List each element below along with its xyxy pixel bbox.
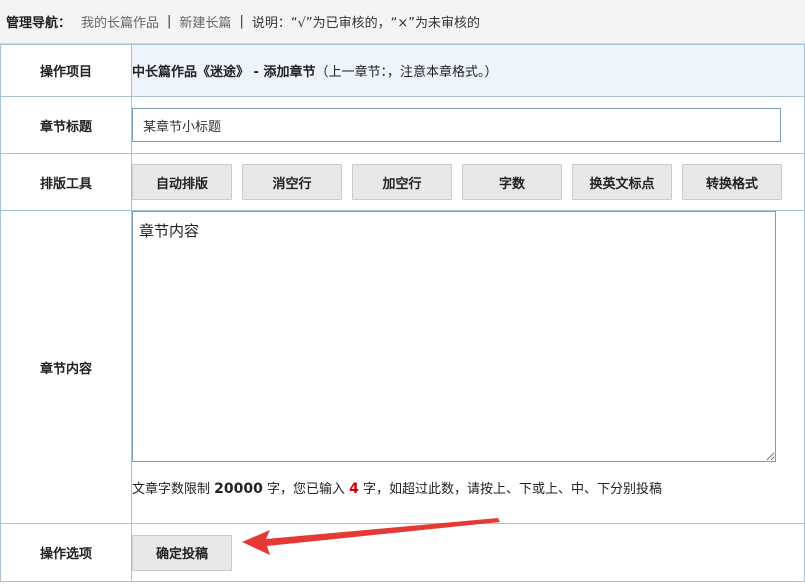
nav-separator: | [239,14,244,29]
typed-count: 4 [349,481,359,497]
add-blank-lines-button[interactable]: 加空行 [352,164,452,200]
nav-separator: | [167,14,172,29]
nav-link-my-novels[interactable]: 我的长篇作品 [81,12,159,31]
count-mid: 字，您已输入 [262,482,350,497]
nav-note: 说明：“√”为已审核的，“×”为未审核的 [251,16,480,31]
project-title: 中长篇作品《迷途》 - 添加章节 [132,65,316,80]
arrow-shape [242,518,500,555]
chapter-title-input[interactable] [132,108,781,142]
annotation-arrow-icon [242,518,500,555]
project-label: 操作项目 [0,44,132,97]
auto-format-button[interactable]: 自动排版 [132,164,232,200]
options-label: 操作选项 [0,523,132,582]
english-punctuation-button[interactable]: 换英文标点 [572,164,672,200]
format-tools-label: 排版工具 [0,153,132,211]
count-prefix: 文章字数限制 [132,482,215,497]
format-toolbar: 自动排版 消空行 加空行 字数 换英文标点 转换格式 [132,164,804,200]
count-suffix: 字，如超过此数，请按上、下或上、中、下分别投稿 [358,482,663,497]
chapter-content-label: 章节内容 [0,210,132,524]
convert-format-button[interactable]: 转换格式 [682,164,782,200]
project-value: 中长篇作品《迷途》 - 添加章节（上一章节：，注意本章格式。） [131,44,805,97]
remove-blank-lines-button[interactable]: 消空行 [242,164,342,200]
word-count-info: 文章字数限制 20000 字，您已输入 4 字，如超过此数，请按上、下或上、中、… [132,478,804,497]
nav-link-new-novel[interactable]: 新建长篇 [179,12,231,31]
chapter-title-label: 章节标题 [0,96,132,154]
chapter-form: 操作项目 中长篇作品《迷途》 - 添加章节（上一章节：，注意本章格式。） 章节标… [0,44,805,582]
nav-label: 管理导航： [6,16,72,31]
submit-button[interactable]: 确定投稿 [132,534,232,571]
word-count-button[interactable]: 字数 [462,164,562,200]
chapter-content-textarea[interactable]: 章节内容 [132,211,776,462]
project-hint: （上一章节：，注意本章格式。） [315,65,498,80]
top-navigation: 管理导航： 我的长篇作品 | 新建长篇 | 说明：“√”为已审核的，“×”为未审… [0,0,805,44]
word-limit: 20000 [214,481,263,497]
